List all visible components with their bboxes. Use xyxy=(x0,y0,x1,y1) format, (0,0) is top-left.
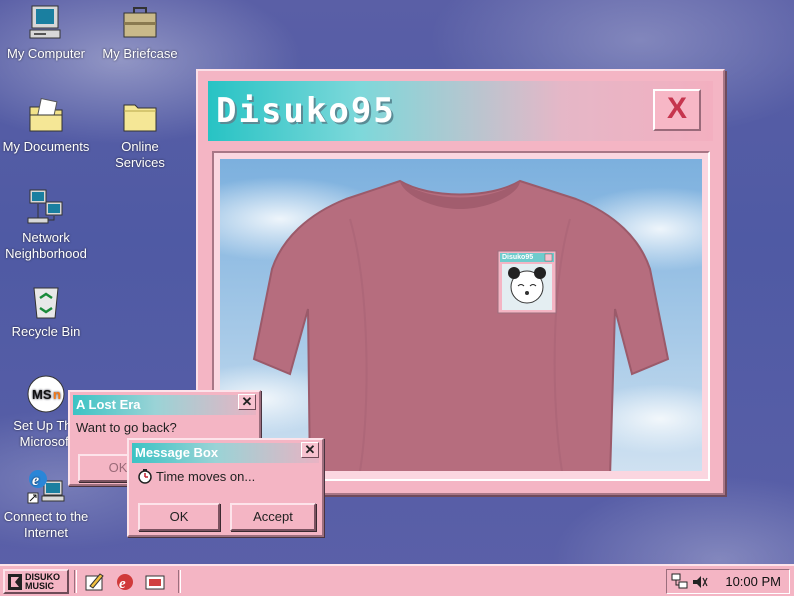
start-label-line2: MUSIC xyxy=(25,581,54,591)
desktop-icon-label: My Computer xyxy=(6,46,86,61)
documents-folder-icon xyxy=(29,97,63,132)
taskbar-separator xyxy=(178,570,181,593)
computer-icon xyxy=(29,5,61,39)
desktop-icon-my-briefcase[interactable]: My Briefcase xyxy=(92,4,188,62)
svg-text:MS: MS xyxy=(32,387,52,402)
main-window-content: Disuko95 xyxy=(212,151,710,481)
recycle-bin-icon xyxy=(33,287,59,319)
main-window: Disuko95 X Disuko95 xyxy=(196,69,725,495)
volume-icon[interactable] xyxy=(691,573,709,591)
svg-text:e: e xyxy=(119,576,126,592)
message-box-ok-button[interactable]: OK xyxy=(138,503,220,531)
desktop-icon-label: Recycle Bin xyxy=(11,324,81,339)
desktop-icon-my-computer[interactable]: My Computer xyxy=(0,4,94,62)
message-box-titlebar[interactable]: Message Box xyxy=(132,443,319,463)
lost-era-titlebar[interactable]: A Lost Era xyxy=(73,395,256,415)
quick-launch: e xyxy=(84,572,166,592)
stopwatch-icon xyxy=(138,469,152,484)
internet-explorer-icon: e xyxy=(27,470,65,504)
desktop-icon-label: Connect to the Internet xyxy=(3,509,89,540)
pencil-desktop-icon[interactable] xyxy=(84,572,106,592)
desktop-icon-label: My Documents xyxy=(2,139,90,154)
main-window-title: Disuko95 xyxy=(216,91,396,131)
message-box-text: Time moves on... xyxy=(156,468,256,484)
taskbar-clock: 10:00 PM xyxy=(725,574,781,589)
close-icon: X xyxy=(666,92,687,125)
desktop-icon-label: Online Services xyxy=(115,139,165,170)
folder-icon xyxy=(123,104,157,132)
lost-era-close-button[interactable]: ✕ xyxy=(238,394,256,410)
close-icon: ✕ xyxy=(304,442,316,457)
desktop-icon-recycle-bin[interactable]: Recycle Bin xyxy=(0,282,94,340)
message-box-close-button[interactable]: ✕ xyxy=(301,442,319,458)
lost-era-title: A Lost Era xyxy=(76,397,141,412)
taskbar-separator xyxy=(74,570,77,593)
tshirt-image xyxy=(252,179,670,471)
message-box-dialog: Message Box ✕ Time moves on... OK Accept xyxy=(127,438,324,537)
msn-icon: MS n xyxy=(27,375,65,413)
desktop-icon-my-documents[interactable]: My Documents xyxy=(0,97,94,155)
disuko-logo-icon xyxy=(8,574,22,590)
internet-explorer-icon[interactable]: e xyxy=(114,572,136,592)
message-box-title: Message Box xyxy=(135,445,219,460)
tshirt-photo: Disuko95 xyxy=(220,159,702,471)
briefcase-icon xyxy=(123,7,157,38)
channels-icon[interactable] xyxy=(144,572,166,592)
svg-text:n: n xyxy=(53,387,61,402)
network-icon xyxy=(27,189,63,224)
message-box-accept-button[interactable]: Accept xyxy=(230,503,316,531)
lost-era-message: Want to go back? xyxy=(76,420,177,435)
start-button[interactable]: DISUKO MUSIC xyxy=(3,569,69,594)
taskbar: DISUKO MUSIC e 10:00 PM xyxy=(0,564,794,596)
close-button[interactable]: X xyxy=(653,89,701,131)
svg-text:e: e xyxy=(32,472,39,489)
network-tray-icon[interactable] xyxy=(671,573,689,591)
desktop-icon-label: Network Neighborhood xyxy=(5,230,87,261)
main-window-titlebar[interactable]: Disuko95 X xyxy=(208,81,713,141)
desktop-icon-label: My Briefcase xyxy=(102,46,178,61)
message-row: Time moves on... xyxy=(137,468,255,484)
mini-window-title: Disuko95 xyxy=(502,254,534,261)
system-tray: 10:00 PM xyxy=(666,569,790,594)
desktop-icon-network-neighborhood[interactable]: Network Neighborhood xyxy=(0,188,94,262)
desktop-icon-online-services[interactable]: Online Services xyxy=(92,97,188,171)
close-icon: ✕ xyxy=(241,394,253,409)
